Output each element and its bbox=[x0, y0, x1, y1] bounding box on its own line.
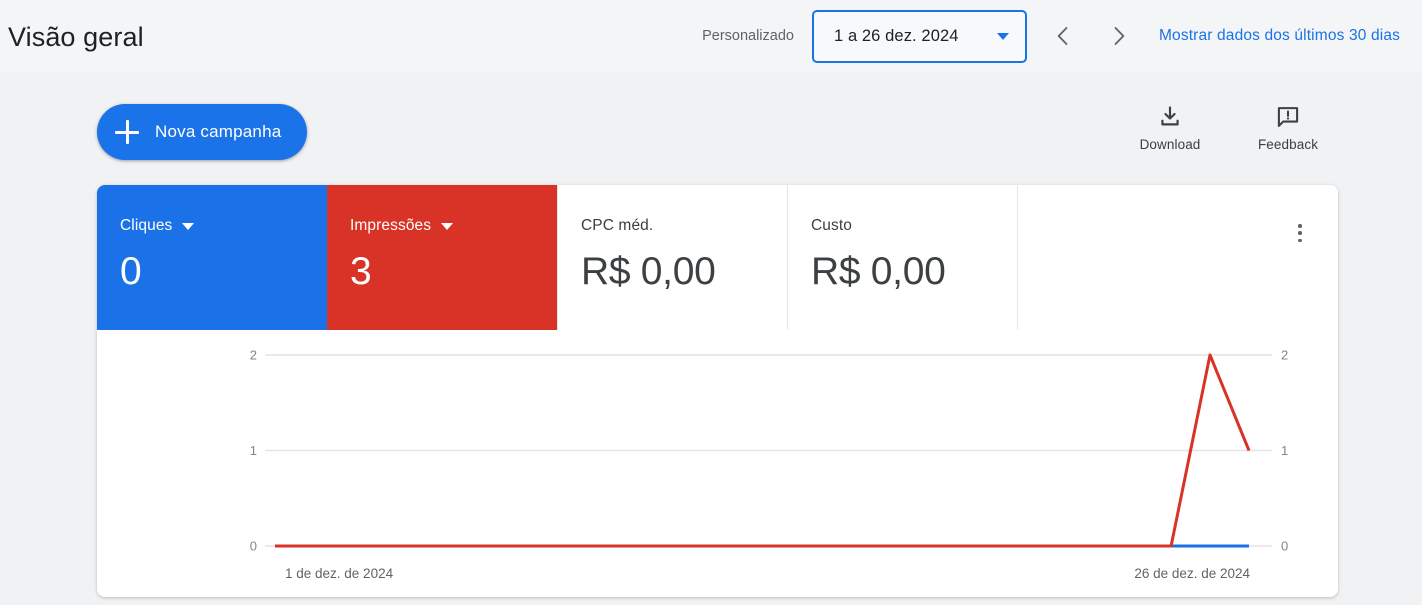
metric-card-avg-cpc[interactable]: CPC méd. R$ 0,00 bbox=[557, 185, 787, 330]
feedback-label: Feedback bbox=[1257, 137, 1319, 152]
metric-card-avg-cpc-value: R$ 0,00 bbox=[581, 250, 716, 293]
y-tick-left: 0 bbox=[250, 539, 257, 554]
y-tick-right: 2 bbox=[1281, 348, 1288, 363]
metric-card-cost-value: R$ 0,00 bbox=[811, 250, 946, 293]
chevron-right-icon bbox=[1114, 27, 1125, 45]
plus-icon bbox=[115, 120, 139, 144]
date-preset-label: Personalizado bbox=[702, 28, 794, 44]
page-title: Visão geral bbox=[8, 22, 144, 52]
metric-card-cost-label: Custo bbox=[811, 217, 852, 234]
y-tick-right: 0 bbox=[1281, 539, 1288, 554]
chart-canvas: 0 1 2 0 1 2 1 de dez. de 2024 26 de dez. de 2… bbox=[250, 348, 1288, 582]
x-tick-label: 26 de dez. de 2024 bbox=[1134, 566, 1250, 581]
chart-y-axis-right: 0 1 2 bbox=[1281, 348, 1288, 554]
download-icon bbox=[1161, 106, 1179, 126]
show-last-30-days-link[interactable]: Mostrar dados dos últimos 30 dias bbox=[1159, 27, 1400, 45]
metric-card-impressions-value: 3 bbox=[350, 250, 372, 293]
metric-card-row: Cliques 0 Impressões 3 CPC méd. R$ 0,00 … bbox=[97, 185, 1338, 330]
y-tick-left: 1 bbox=[250, 443, 257, 458]
metric-card-impressions-label: Impressões bbox=[350, 217, 432, 234]
metric-card-empty-slot bbox=[1017, 185, 1338, 330]
metric-card-impressions[interactable]: Impressões 3 bbox=[327, 185, 557, 330]
chevron-left-icon bbox=[1057, 27, 1068, 45]
metric-card-clicks-label-row[interactable]: Cliques bbox=[120, 217, 327, 235]
next-period-button[interactable] bbox=[1097, 14, 1141, 58]
metric-card-cost-label-row: Custo bbox=[811, 217, 1017, 235]
metric-card-clicks-label: Cliques bbox=[120, 217, 173, 234]
metric-card-clicks-value: 0 bbox=[120, 250, 142, 293]
date-range-button[interactable]: 1 a 26 dez. 2024 bbox=[811, 9, 1027, 63]
feedback-button[interactable]: Feedback bbox=[1245, 104, 1331, 152]
overview-panel: Cliques 0 Impressões 3 CPC méd. R$ 0,00 … bbox=[97, 185, 1338, 597]
chart-x-axis: 1 de dez. de 2024 26 de dez. de 2024 bbox=[285, 566, 1250, 581]
y-tick-left: 2 bbox=[250, 348, 257, 363]
prev-period-button[interactable] bbox=[1041, 14, 1085, 58]
page-header: Visão geral Personalizado 1 a 26 dez. 20… bbox=[0, 0, 1422, 72]
date-range-controls: Personalizado 1 a 26 dez. 2024 Mostrar d… bbox=[702, 0, 1400, 72]
chevron-down-icon bbox=[441, 222, 454, 230]
chart-gridlines bbox=[265, 354, 1272, 547]
more-vert-icon[interactable] bbox=[1288, 221, 1312, 245]
date-range-value: 1 a 26 dez. 2024 bbox=[833, 26, 959, 45]
overview-chart: 0 1 2 0 1 2 1 de dez. de 2024 26 de dez. de 2… bbox=[97, 330, 1338, 597]
new-campaign-button[interactable]: Nova campanha bbox=[97, 104, 308, 160]
feedback-icon bbox=[1277, 107, 1299, 127]
new-campaign-label: Nova campanha bbox=[155, 122, 282, 141]
metric-card-cost[interactable]: Custo R$ 0,00 bbox=[787, 185, 1017, 330]
chart-y-axis-left: 0 1 2 bbox=[250, 348, 257, 554]
chevron-down-icon bbox=[182, 222, 195, 230]
metric-card-avg-cpc-label-row: CPC méd. bbox=[581, 217, 787, 235]
download-button[interactable]: Download bbox=[1127, 104, 1213, 152]
x-tick-label: 1 de dez. de 2024 bbox=[285, 566, 394, 581]
metric-card-clicks[interactable]: Cliques 0 bbox=[97, 185, 327, 330]
metric-card-avg-cpc-label: CPC méd. bbox=[581, 217, 654, 234]
y-tick-right: 1 bbox=[1281, 443, 1288, 458]
chevron-down-icon bbox=[996, 32, 1009, 40]
download-label: Download bbox=[1139, 137, 1201, 152]
metric-card-impressions-label-row[interactable]: Impressões bbox=[350, 217, 557, 235]
